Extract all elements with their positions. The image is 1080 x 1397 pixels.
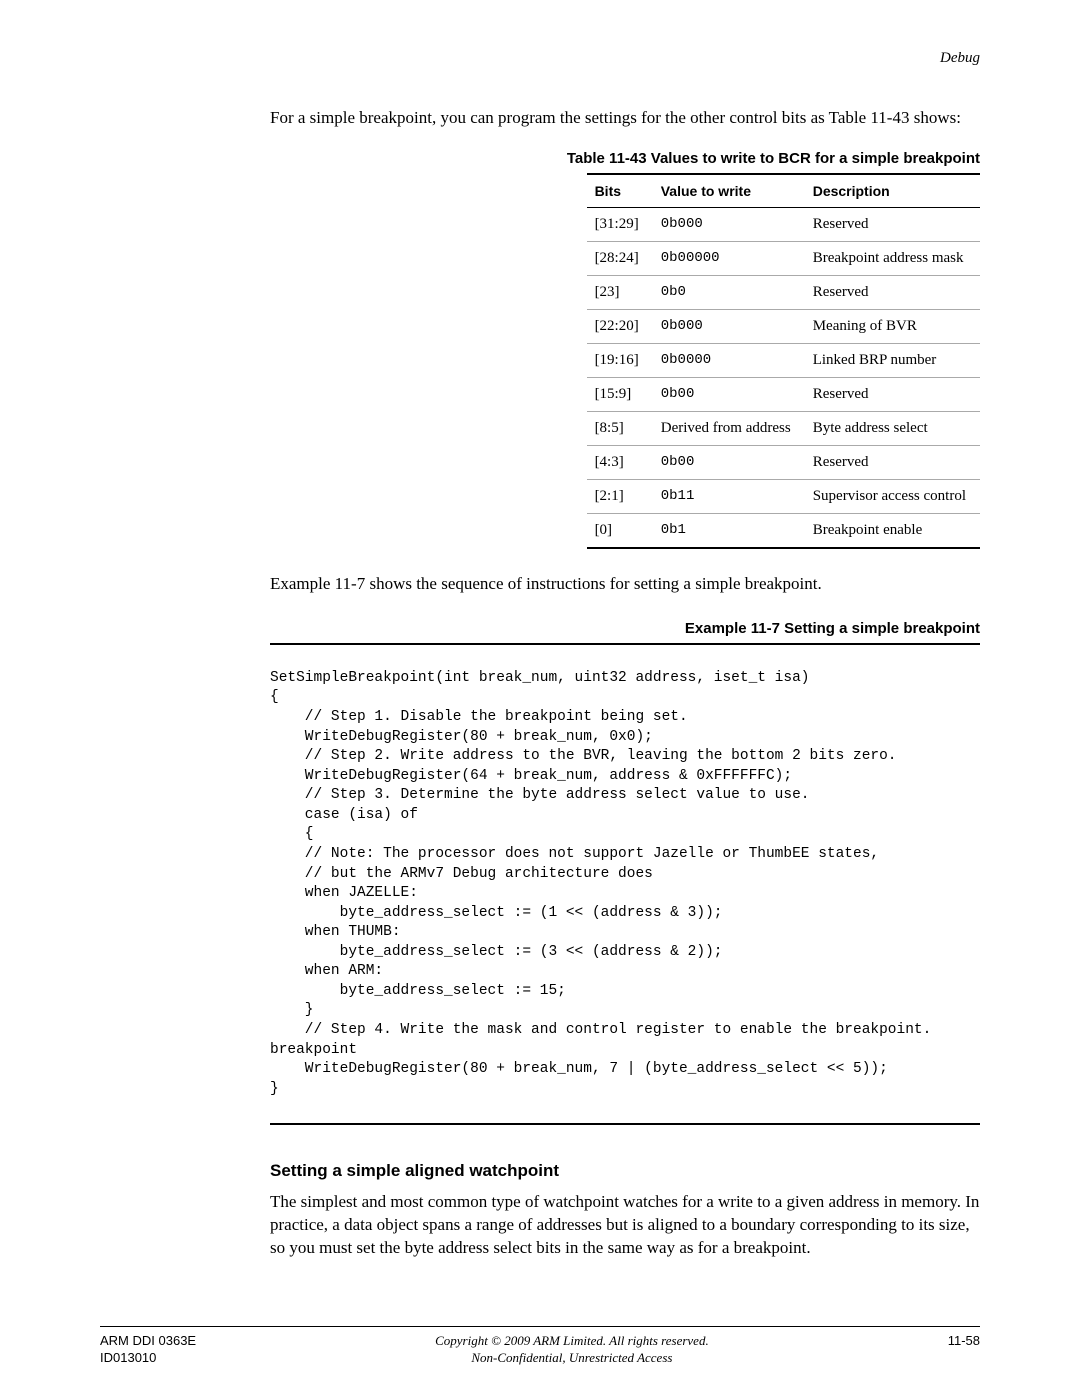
cell-bits: [23] bbox=[587, 275, 653, 309]
cell-value: 0b000 bbox=[653, 309, 805, 343]
table-row: [22:20]0b000Meaning of BVR bbox=[587, 309, 980, 343]
cell-value: 0b1 bbox=[653, 513, 805, 548]
subsection-body: The simplest and most common type of wat… bbox=[270, 1191, 980, 1260]
table-row: [23]0b0Reserved bbox=[587, 275, 980, 309]
cell-bits: [31:29] bbox=[587, 207, 653, 241]
th-bits: Bits bbox=[587, 174, 653, 208]
cell-desc: Reserved bbox=[805, 377, 980, 411]
table-row: [28:24]0b00000Breakpoint address mask bbox=[587, 241, 980, 275]
example-rule-top bbox=[270, 643, 980, 645]
table-header-row: Bits Value to write Description bbox=[587, 174, 980, 208]
cell-desc: Breakpoint address mask bbox=[805, 241, 980, 275]
table-row: [19:16]0b0000Linked BRP number bbox=[587, 343, 980, 377]
table-row: [31:29]0b000Reserved bbox=[587, 207, 980, 241]
footer-id: ID013010 bbox=[100, 1350, 196, 1367]
cell-desc: Byte address select bbox=[805, 411, 980, 445]
footer-copyright: Copyright © 2009 ARM Limited. All rights… bbox=[196, 1333, 948, 1350]
cell-bits: [4:3] bbox=[587, 445, 653, 479]
subsection-heading: Setting a simple aligned watchpoint bbox=[270, 1161, 980, 1181]
cell-value: 0b0 bbox=[653, 275, 805, 309]
table-row: [0]0b1Breakpoint enable bbox=[587, 513, 980, 548]
cell-value: 0b0000 bbox=[653, 343, 805, 377]
cell-desc: Reserved bbox=[805, 275, 980, 309]
bcr-table: Bits Value to write Description [31:29]0… bbox=[587, 173, 980, 549]
example-rule-bottom bbox=[270, 1123, 980, 1125]
table-row: [2:1]0b11Supervisor access control bbox=[587, 479, 980, 513]
cell-desc: Reserved bbox=[805, 445, 980, 479]
page: Debug For a simple breakpoint, you can p… bbox=[0, 0, 1080, 1397]
content-area: For a simple breakpoint, you can program… bbox=[270, 107, 980, 1260]
table-row: [4:3]0b00Reserved bbox=[587, 445, 980, 479]
cell-bits: [19:16] bbox=[587, 343, 653, 377]
cell-desc: Linked BRP number bbox=[805, 343, 980, 377]
cell-value: 0b000 bbox=[653, 207, 805, 241]
th-desc: Description bbox=[805, 174, 980, 208]
cell-bits: [28:24] bbox=[587, 241, 653, 275]
table-caption: Table 11-43 Values to write to BCR for a… bbox=[270, 150, 980, 167]
cell-bits: [2:1] bbox=[587, 479, 653, 513]
footer-left: ARM DDI 0363E ID013010 bbox=[100, 1333, 196, 1367]
cell-bits: [22:20] bbox=[587, 309, 653, 343]
footer-classification: Non-Confidential, Unrestricted Access bbox=[196, 1350, 948, 1367]
th-value: Value to write bbox=[653, 174, 805, 208]
cell-desc: Meaning of BVR bbox=[805, 309, 980, 343]
footer-center: Copyright © 2009 ARM Limited. All rights… bbox=[196, 1333, 948, 1367]
header-section-label: Debug bbox=[100, 50, 980, 67]
table-row: [15:9]0b00Reserved bbox=[587, 377, 980, 411]
cell-value: 0b11 bbox=[653, 479, 805, 513]
cell-bits: [0] bbox=[587, 513, 653, 548]
cell-desc: Supervisor access control bbox=[805, 479, 980, 513]
example-code: SetSimpleBreakpoint(int break_num, uint3… bbox=[270, 669, 980, 1099]
page-footer: ARM DDI 0363E ID013010 Copyright © 2009 … bbox=[100, 1326, 980, 1367]
footer-page-number: 11-58 bbox=[948, 1333, 980, 1348]
table-row: [8:5]Derived from addressByte address se… bbox=[587, 411, 980, 445]
cell-bits: [8:5] bbox=[587, 411, 653, 445]
footer-doc-id: ARM DDI 0363E bbox=[100, 1333, 196, 1350]
cell-desc: Reserved bbox=[805, 207, 980, 241]
mid-paragraph: Example 11-7 shows the sequence of instr… bbox=[270, 573, 980, 596]
cell-value: Derived from address bbox=[653, 411, 805, 445]
intro-paragraph: For a simple breakpoint, you can program… bbox=[270, 107, 980, 130]
cell-value: 0b00 bbox=[653, 445, 805, 479]
cell-bits: [15:9] bbox=[587, 377, 653, 411]
cell-value: 0b00 bbox=[653, 377, 805, 411]
cell-desc: Breakpoint enable bbox=[805, 513, 980, 548]
cell-value: 0b00000 bbox=[653, 241, 805, 275]
example-caption: Example 11-7 Setting a simple breakpoint bbox=[270, 620, 980, 637]
